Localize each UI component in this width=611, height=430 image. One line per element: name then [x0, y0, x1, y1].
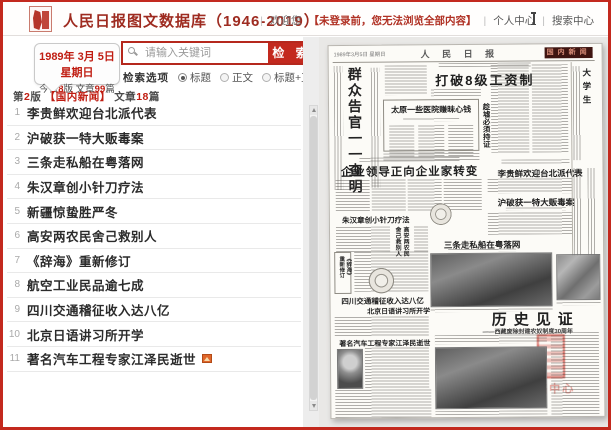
- article-title: 北京日语讲习所开学: [27, 325, 144, 344]
- divider: |: [542, 15, 545, 27]
- sim-vertical-text-block: [573, 66, 582, 160]
- radio-title[interactable]: 标题: [178, 70, 211, 85]
- article-title: 沪破获一特大贩毒案: [27, 128, 144, 147]
- sim-vertical-text-block: [334, 66, 344, 190]
- article-title: 四川交通稽征收入达八亿: [27, 300, 170, 319]
- article-row[interactable]: 3三条走私船在粤落网: [7, 150, 301, 175]
- article-row[interactable]: 6高安两农民舍己救别人: [7, 224, 301, 249]
- article-row[interactable]: 7《辞海》重新修订: [7, 249, 301, 274]
- headline-vertical-student: 大学生: [581, 68, 594, 160]
- sim-vertical-text-block: [371, 68, 381, 188]
- search-input[interactable]: [123, 43, 268, 63]
- paper-dateline: 1989年3月5日 星期日: [334, 50, 386, 59]
- article-title: 李贵鲜欢迎台北派代表: [27, 103, 157, 122]
- radio-dot-icon: [220, 73, 229, 82]
- radio-dot-icon: [262, 73, 271, 82]
- article-row[interactable]: 9四川交通稽征收入达八亿: [7, 298, 301, 323]
- newspaper-page-scan[interactable]: 1989年3月5日 星期日 人 民 日 报 国内新闻 群众告官一一查明 打破8级…: [328, 43, 606, 419]
- article-title: 著名汽车工程专家江泽民逝世: [27, 349, 196, 368]
- date-box[interactable]: 1989年 3月 5日 星期日 今日8版 文章99篇: [34, 43, 120, 85]
- sim-text-block: [435, 410, 547, 415]
- radio-dot-icon: [178, 73, 187, 82]
- sim-text-block: [557, 302, 601, 305]
- article-row[interactable]: 11著名汽车工程专家江泽民逝世: [7, 347, 301, 372]
- scroll-gutter: [303, 37, 319, 427]
- sim-vertical-text-block: [574, 168, 583, 264]
- site-logo-icon[interactable]: [29, 6, 52, 32]
- personal-center-link[interactable]: 个人中心: [493, 13, 535, 28]
- article-row[interactable]: 10北京日语讲习所开学: [7, 322, 301, 347]
- scroll-down-icon: [312, 404, 316, 408]
- sim-text-block: [448, 249, 516, 253]
- paper-section-label: 国内新闻: [545, 47, 593, 58]
- login-notice: 【未登录前，您无法浏览全部内容】: [309, 13, 477, 28]
- article-list: 1李贵鲜欢迎台北派代表 2沪破获一特大贩毒案 3三条走私船在粤落网 4朱汉章创小…: [7, 101, 301, 372]
- article-title: 新疆惊蛰胜严冬: [27, 202, 118, 221]
- image-attachment-icon: [202, 354, 212, 363]
- article-title: 《辞海》重新修订: [27, 251, 131, 270]
- news-photo: [430, 252, 552, 307]
- news-photo: [337, 349, 363, 389]
- header: 人民日报图文数据库（1946-2019） | 欢迎您 【未登录前，您无法浏览全部…: [3, 2, 608, 36]
- sim-text-block: [501, 159, 569, 164]
- article-title: 航空工业民品逾七成: [27, 275, 144, 294]
- sim-text-block: [335, 316, 429, 337]
- sidebar: 1989年 3月 5日 星期日 今日8版 文章99篇 检 索 检索选项 标题 正…: [3, 37, 303, 427]
- scroll-down-button[interactable]: [310, 401, 317, 410]
- date-text: 1989年 3月 5日: [35, 48, 119, 64]
- newspaper-viewer[interactable]: 1989年3月5日 星期日 人 民 日 报 国内新闻 群众告官一一查明 打破8级…: [319, 37, 608, 427]
- scrollbar-thumb[interactable]: [310, 116, 317, 400]
- sim-text-block: [365, 347, 429, 390]
- headline-needle: 朱汉章创小针刀疗法: [334, 214, 418, 226]
- sim-text-block: [336, 227, 390, 253]
- scrollbar[interactable]: [309, 105, 318, 411]
- headline-hospital: 太原一些医院赚昧心钱: [384, 104, 478, 116]
- article-title: 三条走私船在粤落网: [27, 152, 144, 171]
- sim-text-block: [488, 212, 572, 235]
- search-icon: [128, 47, 138, 57]
- cihai-box: 《辞海》 重新修订: [334, 252, 351, 294]
- sim-text-block: [414, 226, 428, 252]
- article-row[interactable]: 8航空工业民品逾七成: [7, 273, 301, 298]
- news-photo: [435, 346, 547, 409]
- divider: |: [484, 15, 487, 27]
- scroll-up-icon: [312, 108, 316, 112]
- ornament-stamp: [368, 268, 394, 294]
- sim-text-block: [431, 89, 481, 96]
- article-title: 高安两农民舍己救别人: [27, 226, 157, 245]
- sim-text-block: [551, 332, 600, 418]
- header-links: | 欢迎您 【未登录前，您无法浏览全部内容】 | 个人中心 | 搜索中心: [260, 13, 594, 28]
- search-center-link[interactable]: 搜索中心: [552, 13, 594, 28]
- sim-vertical-text-block: [588, 168, 597, 264]
- sim-text-block: [435, 334, 547, 344]
- sim-text-block: [385, 65, 427, 95]
- article-row[interactable]: 2沪破获一特大贩毒案: [7, 126, 301, 151]
- ornament-stamp: [430, 203, 452, 225]
- search-bar: 检 索: [121, 41, 318, 65]
- boxed-article: 太原一些医院赚昧心钱: [383, 99, 479, 152]
- search-options-label: 检索选项: [123, 70, 169, 85]
- welcome-text: 欢迎您: [270, 13, 302, 28]
- paper-masthead: 人 民 日 报: [421, 47, 500, 61]
- sim-text-block: [506, 207, 566, 210]
- scroll-up-button[interactable]: [310, 106, 317, 115]
- sim-text-block: [532, 64, 569, 152]
- weekday-text: 星期日: [35, 64, 119, 80]
- sim-text-block: [488, 178, 572, 194]
- search-options: 检索选项 标题 正文 标题+正文: [123, 70, 322, 85]
- headline-beijing: 北京日语讲习所开学: [363, 306, 435, 317]
- radio-body[interactable]: 正文: [220, 70, 253, 85]
- headline-sichuan: 四川交通稽征收入达八亿: [339, 295, 427, 307]
- headline-leader: 企业领导正向企业家转变: [335, 163, 483, 180]
- article-row[interactable]: 1李贵鲜欢迎台北派代表: [7, 101, 301, 126]
- app-window: 人民日报图文数据库（1946-2019） | 欢迎您 【未登录前，您无法浏览全部…: [0, 0, 611, 430]
- sim-text-block: [491, 65, 530, 153]
- article-title: 朱汉章创小针刀疗法: [27, 177, 144, 196]
- divider: |: [260, 15, 263, 27]
- article-row[interactable]: 4朱汉章创小针刀疗法: [7, 175, 301, 200]
- sim-text-block: [335, 389, 431, 418]
- article-row[interactable]: 5新疆惊蛰胜严冬: [7, 199, 301, 224]
- news-photo: [556, 254, 600, 300]
